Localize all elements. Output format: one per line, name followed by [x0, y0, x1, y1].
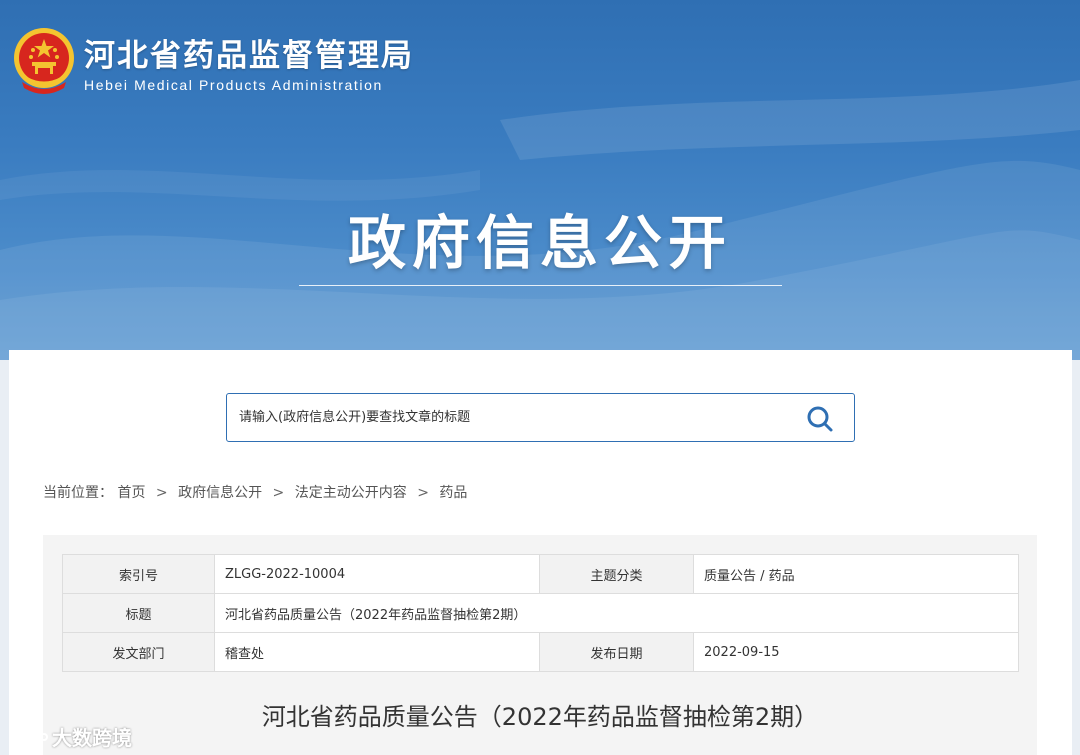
- national-emblem-icon[interactable]: [12, 26, 76, 98]
- date-label: 发布日期: [539, 632, 694, 672]
- breadcrumb: 当前位置： 首页 > 政府信息公开 > 法定主动公开内容 > 药品: [43, 482, 467, 502]
- title-divider: [299, 285, 782, 286]
- title-label: 标题: [62, 593, 215, 633]
- site-name-cn[interactable]: 河北省药品监督管理局: [84, 30, 414, 75]
- category-value: 质量公告 / 药品: [693, 554, 1019, 594]
- table-row: 标题 河北省药品质量公告（2022年药品监督抽检第2期）: [62, 593, 1019, 633]
- table-row: 发文部门 稽查处 发布日期 2022-09-15: [62, 632, 1019, 672]
- search-icon[interactable]: [806, 405, 834, 433]
- breadcrumb-item-gov-info[interactable]: 政府信息公开: [178, 482, 262, 502]
- site-name-en[interactable]: Hebei Medical Products Administration: [84, 77, 383, 93]
- breadcrumb-item-drugs[interactable]: 药品: [439, 482, 467, 502]
- search-box: [226, 393, 855, 442]
- dept-value: 稽查处: [214, 632, 540, 672]
- article-title: 河北省药品质量公告（2022年药品监督抽检第2期）: [261, 703, 819, 731]
- dept-label: 发文部门: [62, 632, 215, 672]
- table-row: 索引号 ZLGG-2022-10004 主题分类 质量公告 / 药品: [62, 554, 1019, 594]
- watermark-text: 大数跨境: [52, 726, 132, 750]
- breadcrumb-item-home[interactable]: 首页: [117, 482, 145, 502]
- breadcrumb-separator: >: [272, 485, 285, 501]
- category-label: 主题分类: [539, 554, 694, 594]
- watermark: 大数跨境: [8, 722, 132, 751]
- breadcrumb-separator: >: [155, 485, 168, 501]
- breadcrumb-prefix: 当前位置：: [43, 485, 113, 501]
- date-value: 2022-09-15: [693, 632, 1019, 672]
- index-no-label: 索引号: [62, 554, 215, 594]
- search-input[interactable]: [228, 395, 788, 440]
- breadcrumb-separator: >: [417, 485, 429, 501]
- index-no-value: ZLGG-2022-10004: [214, 554, 540, 594]
- section-title: 政府信息公开: [347, 209, 732, 277]
- title-value: 河北省药品质量公告（2022年药品监督抽检第2期）: [214, 593, 1019, 633]
- breadcrumb-item-statutory[interactable]: 法定主动公开内容: [295, 482, 407, 502]
- watermark-logo-icon: [10, 730, 48, 743]
- metadata-table: 索引号 ZLGG-2022-10004 主题分类 质量公告 / 药品 标题 河北…: [62, 554, 1019, 672]
